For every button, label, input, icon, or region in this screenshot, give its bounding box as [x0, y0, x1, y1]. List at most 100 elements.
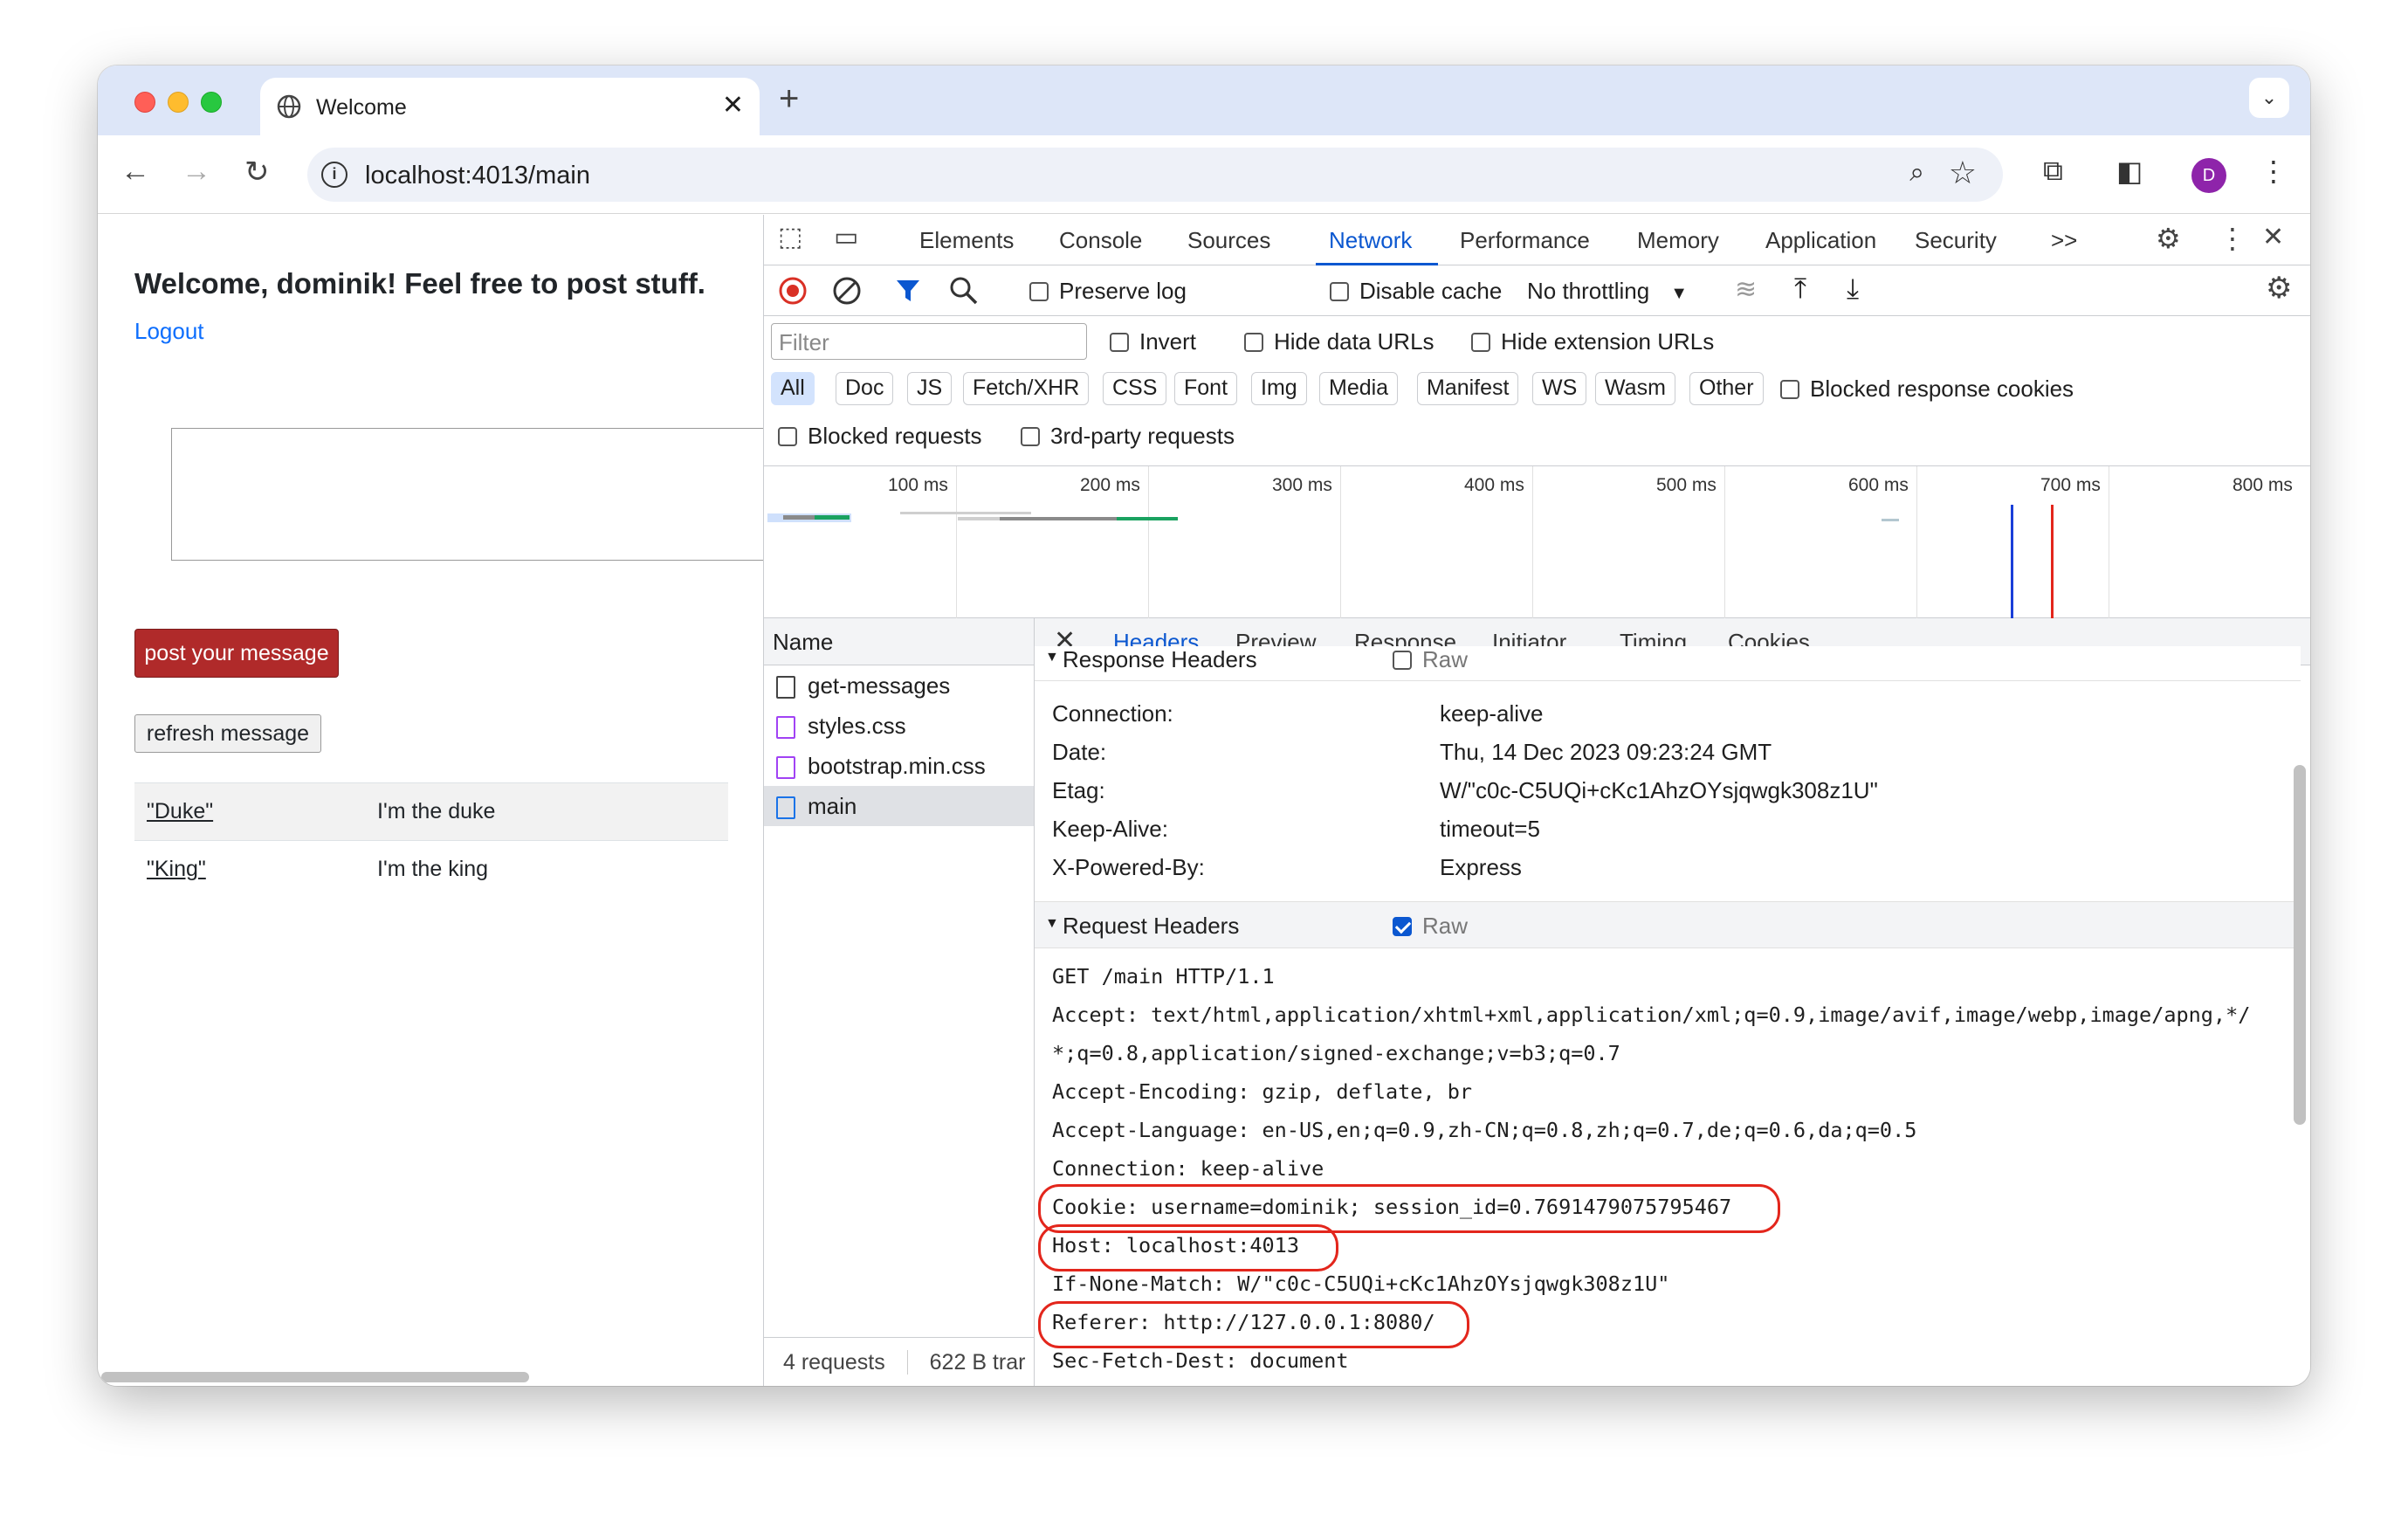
devtools-menu-icon[interactable]: ⋮: [2219, 222, 2246, 255]
post-message-button[interactable]: post your message: [134, 629, 339, 678]
filter-type-all[interactable]: All: [771, 372, 815, 405]
menu-kebab-icon[interactable]: ⋮: [2260, 155, 2288, 188]
network-settings-gear-icon[interactable]: ⚙: [2266, 271, 2292, 306]
browser-tab[interactable]: Welcome ✕: [260, 78, 760, 135]
horizontal-scrollbar[interactable]: [101, 1372, 529, 1382]
filter-input[interactable]: Filter: [771, 323, 1087, 360]
network-overview-timeline[interactable]: 100 ms 200 ms 300 ms 400 ms 500 ms 600 m…: [764, 466, 2310, 618]
zoom-icon[interactable]: ⌕: [1909, 158, 1924, 188]
filter-type-wasm[interactable]: Wasm: [1595, 372, 1675, 405]
tab-network[interactable]: Network: [1329, 227, 1412, 254]
filter-type-js[interactable]: JS: [907, 372, 953, 405]
hide-data-urls-checkbox[interactable]: Hide data URLs: [1244, 328, 1434, 355]
checkbox-icon[interactable]: [1021, 427, 1040, 446]
filter-type-manifest[interactable]: Manifest: [1417, 372, 1519, 405]
avatar[interactable]: D: [2191, 158, 2226, 193]
checkbox-icon[interactable]: [1244, 333, 1263, 352]
search-icon[interactable]: [949, 276, 979, 306]
window-minimize-button[interactable]: [168, 92, 189, 113]
filter-type-ws[interactable]: WS: [1532, 372, 1587, 405]
raw-toggle[interactable]: Raw: [1393, 646, 1468, 673]
more-tabs-icon[interactable]: >>: [2051, 227, 2077, 254]
checkbox-checked-icon[interactable]: [1393, 917, 1412, 936]
request-summary-footer: 4 requests 622 B trar: [764, 1337, 1034, 1386]
extensions-icon[interactable]: ⧉: [2043, 155, 2063, 188]
device-toolbar-icon[interactable]: ▭: [834, 222, 858, 252]
tab-memory[interactable]: Memory: [1637, 227, 1719, 254]
stylesheet-icon: [776, 716, 795, 739]
url-text[interactable]: localhost:4013/main: [365, 162, 590, 190]
checkbox-icon[interactable]: [1029, 282, 1049, 301]
checkbox-icon[interactable]: [778, 427, 797, 446]
filter-type-media[interactable]: Media: [1319, 372, 1399, 405]
request-name: main: [808, 793, 857, 819]
timeline-tick-label: 800 ms: [2233, 475, 2293, 495]
address-bar[interactable]: i localhost:4013/main ⌕ ☆: [307, 148, 2003, 202]
new-tab-button[interactable]: +: [779, 79, 799, 119]
details-vertical-scrollbar[interactable]: [2294, 765, 2306, 1125]
tab-sources[interactable]: Sources: [1187, 227, 1270, 254]
import-har-icon[interactable]: ⤒: [1794, 272, 1806, 306]
checkbox-icon[interactable]: [1780, 380, 1799, 399]
reload-icon[interactable]: ↻: [244, 155, 270, 190]
tab-strip: Welcome ✕ + ⌄: [98, 65, 2310, 135]
hide-extension-urls-checkbox[interactable]: Hide extension URLs: [1471, 328, 1714, 355]
bookmark-star-icon[interactable]: ☆: [1949, 155, 1977, 191]
third-party-requests-checkbox[interactable]: 3rd-party requests: [1021, 423, 1235, 450]
blocked-response-cookies-checkbox[interactable]: Blocked response cookies: [1780, 376, 2074, 403]
filter-type-fetch-xhr[interactable]: Fetch/XHR: [963, 372, 1090, 405]
logout-link[interactable]: Logout: [134, 318, 204, 345]
list-item[interactable]: get-messages: [764, 665, 1034, 706]
clear-icon[interactable]: [832, 276, 862, 306]
filter-type-font[interactable]: Font: [1174, 372, 1238, 405]
export-har-icon[interactable]: ⤓: [1847, 272, 1859, 306]
list-item[interactable]: bootstrap.min.css: [764, 746, 1034, 786]
invert-checkbox[interactable]: Invert: [1110, 328, 1196, 355]
dropdown-caret-icon: ▼: [1670, 284, 1688, 303]
checkbox-icon[interactable]: [1471, 333, 1490, 352]
checkbox-icon[interactable]: [1110, 333, 1129, 352]
timeline-tick-label: 400 ms: [1464, 475, 1524, 495]
filter-type-img[interactable]: Img: [1251, 372, 1307, 405]
window-zoom-button[interactable]: [201, 92, 222, 113]
preserve-log-checkbox[interactable]: Preserve log: [1029, 278, 1187, 305]
tab-console[interactable]: Console: [1059, 227, 1142, 254]
filter-type-other[interactable]: Other: [1689, 372, 1764, 405]
disable-cache-checkbox[interactable]: Disable cache: [1330, 278, 1502, 305]
checkbox-icon[interactable]: [1330, 282, 1349, 301]
tab-security[interactable]: Security: [1915, 227, 1997, 254]
forward-arrow-icon[interactable]: →: [182, 155, 211, 189]
close-devtools-icon[interactable]: ✕: [2262, 222, 2284, 252]
message-textarea[interactable]: [171, 428, 763, 561]
name-column-header[interactable]: Name: [764, 618, 1034, 665]
record-icon[interactable]: [778, 276, 808, 306]
request-count: 4 requests: [783, 1350, 885, 1375]
tab-performance[interactable]: Performance: [1460, 227, 1590, 254]
back-arrow-icon[interactable]: ←: [120, 155, 150, 189]
list-item[interactable]: main: [764, 786, 1034, 826]
blocked-requests-checkbox[interactable]: Blocked requests: [778, 423, 981, 450]
request-headers-section-header[interactable]: ▼ Request Headers Raw: [1035, 901, 2301, 948]
tab-close-icon[interactable]: ✕: [722, 90, 744, 121]
checkbox-icon[interactable]: [1393, 651, 1412, 670]
window-close-button[interactable]: [134, 92, 155, 113]
filter-type-css[interactable]: CSS: [1103, 372, 1167, 405]
raw-header-line: *;q=0.8,application/signed-exchange;v=b3…: [1052, 1041, 1620, 1065]
inspect-element-icon[interactable]: ⬚: [778, 222, 802, 252]
side-panel-icon[interactable]: ◧: [2116, 155, 2143, 188]
site-info-icon[interactable]: i: [321, 162, 347, 188]
response-headers-section-header[interactable]: ▼ Response Headers Raw: [1035, 646, 2301, 681]
filter-funnel-icon[interactable]: [895, 278, 921, 304]
filter-type-doc[interactable]: Doc: [836, 372, 894, 405]
refresh-message-button[interactable]: refresh message: [134, 714, 321, 753]
raw-toggle[interactable]: Raw: [1393, 913, 1468, 940]
list-item[interactable]: styles.css: [764, 706, 1034, 746]
devtools-tab-bar: ⬚ ▭ Elements Console Sources Network Per…: [764, 215, 2310, 265]
tab-application[interactable]: Application: [1765, 227, 1876, 254]
tab-elements[interactable]: Elements: [919, 227, 1014, 254]
throttling-select[interactable]: No throttling ▼: [1527, 278, 1688, 305]
network-conditions-icon[interactable]: ≋: [1735, 274, 1757, 305]
tab-search-button[interactable]: ⌄: [2249, 78, 2289, 118]
timeline-tick-label: 500 ms: [1656, 475, 1717, 495]
settings-gear-icon[interactable]: ⚙: [2156, 222, 2181, 255]
